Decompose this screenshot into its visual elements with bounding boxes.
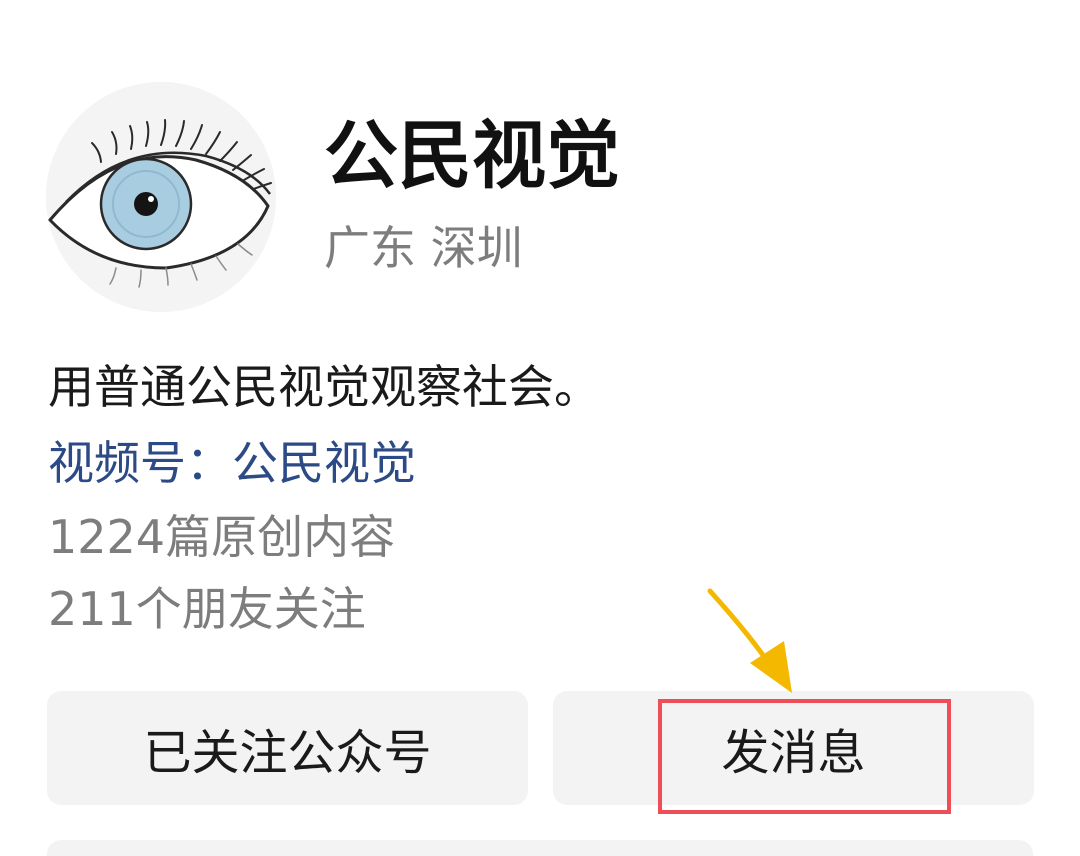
account-profile-page: 公民视觉 广东 深圳 用普通公民视觉观察社会。 视频号：公民视觉 1224篇原创… — [0, 0, 1080, 856]
friends-following-count[interactable]: 211个朋友关注 — [48, 578, 366, 640]
next-section-row[interactable] — [47, 840, 1033, 856]
account-avatar[interactable] — [46, 82, 276, 312]
followed-account-label: 已关注公众号 — [143, 725, 432, 781]
followed-account-button[interactable]: 已关注公众号 — [47, 691, 528, 805]
account-bio: 用普通公民视觉观察社会。 — [48, 360, 600, 414]
eye-logo-icon — [46, 82, 276, 312]
channels-link[interactable]: 视频号：公民视觉 — [48, 432, 416, 494]
account-name: 公民视觉 — [324, 113, 620, 199]
account-location: 广东 深圳 — [324, 221, 523, 275]
send-message-button[interactable]: 发消息 — [553, 691, 1034, 805]
send-message-label: 发消息 — [721, 725, 866, 781]
original-articles-count[interactable]: 1224篇原创内容 — [48, 506, 395, 568]
pointer-arrow-icon — [707, 588, 792, 693]
